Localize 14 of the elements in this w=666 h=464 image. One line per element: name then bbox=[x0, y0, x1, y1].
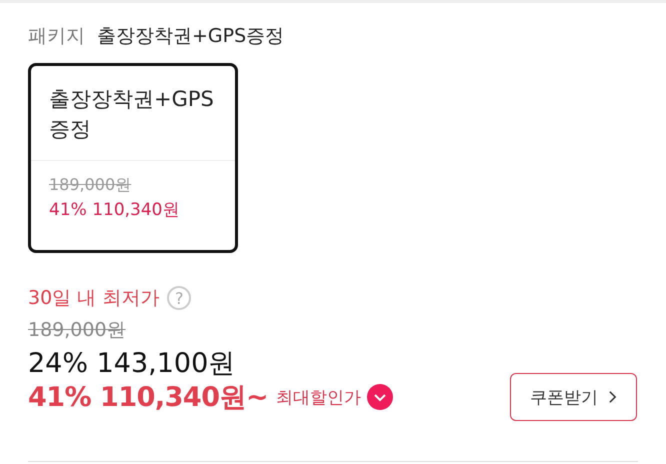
max-discount-price: 41% 110,340원~ bbox=[28, 381, 268, 415]
option-card[interactable]: 출장장착권+GPS증정 189,000원 41% 110,340원 bbox=[28, 63, 238, 253]
option-sale-price: 41% 110,340원 bbox=[49, 199, 180, 221]
package-value: 출장장착권+GPS증정 bbox=[97, 24, 284, 49]
price: 24% 143,100원 bbox=[28, 347, 236, 381]
original-price: 189,000원 bbox=[28, 318, 127, 343]
option-original-price: 189,000원 bbox=[49, 175, 132, 196]
option-title: 출장장착권+GPS증정 bbox=[49, 86, 215, 143]
max-discount-label: 최대할인가 bbox=[276, 386, 362, 408]
lowest-price-label: 30일 내 최저가 bbox=[28, 286, 160, 311]
package-label: 패키지 bbox=[28, 24, 85, 49]
coupon-button[interactable]: 쿠폰받기 bbox=[510, 373, 637, 421]
chevron-down-icon[interactable] bbox=[367, 384, 394, 410]
chevron-right-icon bbox=[608, 390, 617, 404]
